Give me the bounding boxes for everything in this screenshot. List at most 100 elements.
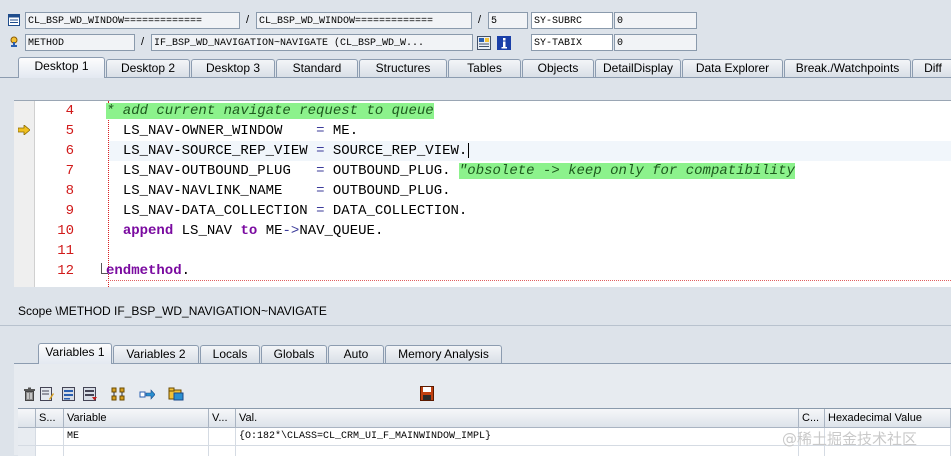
code-line: append LS_NAV to ME->NAV_QUEUE. xyxy=(106,221,384,241)
separator: / xyxy=(246,14,250,26)
assigned-value: OUTBOUND_PLUG xyxy=(332,163,443,179)
tab-standard[interactable]: Standard xyxy=(276,59,358,77)
tab-globals[interactable]: Globals xyxy=(261,345,327,363)
tab-variables-2[interactable]: Variables 2 xyxy=(113,345,199,363)
navigate-icon[interactable] xyxy=(139,387,156,401)
tab-detail-display[interactable]: DetailDisplay xyxy=(595,59,681,77)
tab-objects[interactable]: Objects xyxy=(522,59,594,77)
line-number: 4 xyxy=(65,103,74,119)
assign-operator: = xyxy=(316,183,325,199)
source-display-icon[interactable] xyxy=(477,36,491,50)
tab-diff[interactable]: Diff xyxy=(912,59,951,77)
copy-icon[interactable] xyxy=(62,387,76,401)
tab-variables-1[interactable]: Variables 1 xyxy=(38,343,112,364)
table-cell-variable[interactable]: ME xyxy=(64,428,209,446)
source-code-editor[interactable]: 4 5 6 7 8 9 10 11 12 * add current navig… xyxy=(14,100,951,287)
column-header-variable[interactable]: Variable xyxy=(64,409,209,428)
current-line-arrow-icon xyxy=(17,124,31,136)
assigned-value: ME xyxy=(332,123,350,139)
column-header-value[interactable]: Val. xyxy=(236,409,799,428)
method-name-field[interactable]: IF_BSP_WD_NAVIGATION~NAVIGATE (CL_BSP_WD… xyxy=(151,34,473,51)
field-name: LS_NAV-SOURCE_REP_VIEW xyxy=(122,143,308,159)
tab-auto[interactable]: Auto xyxy=(328,345,384,363)
tab-desktop-2[interactable]: Desktop 2 xyxy=(106,59,190,77)
attribute-name: NAV_QUEUE xyxy=(299,223,375,239)
delete-icon[interactable] xyxy=(23,387,36,401)
text-cursor xyxy=(468,142,470,158)
save-icon[interactable] xyxy=(83,387,98,401)
statement-end: . xyxy=(442,163,451,179)
line-number: 8 xyxy=(65,183,74,199)
column-header-v[interactable]: V... xyxy=(209,409,236,428)
code-line: LS_NAV-OWNER_WINDOW = ME. xyxy=(106,121,358,141)
disk-icon[interactable] xyxy=(420,386,434,401)
field-name: LS_NAV-OUTBOUND_PLUG xyxy=(122,163,291,179)
end-underline xyxy=(106,280,951,281)
tab-tables[interactable]: Tables xyxy=(448,59,521,77)
separator: / xyxy=(141,36,145,48)
padding xyxy=(282,123,316,139)
tab-break-watchpoints[interactable]: Break./Watchpoints xyxy=(784,59,911,77)
column-header-status[interactable]: S... xyxy=(36,409,64,428)
folder-icon[interactable] xyxy=(168,387,184,401)
tab-desktop-3[interactable]: Desktop 3 xyxy=(191,59,275,77)
assign-operator: = xyxy=(316,163,325,179)
table-cell-value[interactable]: {O:182*\CLASS=CL_CRM_UI_F_MAINWINDOW_IMP… xyxy=(236,428,799,446)
keyword-to: to xyxy=(240,223,258,239)
padding xyxy=(282,183,316,199)
statement-end: . xyxy=(458,143,468,159)
event-type-field[interactable]: METHOD xyxy=(25,34,135,51)
method-icon xyxy=(8,36,20,48)
line-number: 9 xyxy=(65,203,74,219)
assign-operator: = xyxy=(316,123,325,139)
inline-comment: "obsolete -> keep only for compatibility xyxy=(458,163,795,179)
tab-desktop-1[interactable]: Desktop 1 xyxy=(18,57,105,78)
scope-label: Scope \METHOD IF_BSP_WD_NAVIGATION~NAVIG… xyxy=(18,304,327,318)
line-number: 11 xyxy=(57,243,74,259)
column-header-hex-value[interactable]: Hexadecimal Value xyxy=(825,409,951,428)
statement-end: . xyxy=(349,123,359,139)
comment-text: * add current navigate request to queue xyxy=(106,103,434,119)
tab-data-explorer[interactable]: Data Explorer xyxy=(682,59,783,77)
tab-baseline xyxy=(0,77,951,78)
line-number: 10 xyxy=(57,223,74,239)
separator: / xyxy=(478,14,482,26)
sysvar-value-field[interactable]: 0 xyxy=(614,12,697,29)
field-name: LS_NAV-NAVLINK_NAME xyxy=(122,183,283,199)
code-line-comment: * add current navigate request to queue xyxy=(106,101,434,121)
program-field[interactable]: CL_BSP_WD_WINDOW============= xyxy=(25,12,240,29)
padding xyxy=(291,163,316,179)
object-arrow: -> xyxy=(282,223,300,239)
sysvar-name-field[interactable]: SY-SUBRC xyxy=(531,12,613,29)
table-cell-v xyxy=(209,428,236,446)
tree-icon[interactable] xyxy=(111,387,127,401)
table-cell-status xyxy=(36,428,64,446)
sysvar-name-field[interactable]: SY-TABIX xyxy=(531,34,613,51)
variable-name: LS_NAV xyxy=(181,223,233,239)
keyword-append: append xyxy=(122,223,174,239)
column-header-c[interactable]: C... xyxy=(799,409,825,428)
statement-end: . xyxy=(458,203,468,219)
tab-locals[interactable]: Locals xyxy=(200,345,260,363)
line-number-field[interactable]: 5 xyxy=(488,12,528,29)
padding xyxy=(308,203,316,219)
line-number: 7 xyxy=(65,163,74,179)
field-name: LS_NAV-OWNER_WINDOW xyxy=(122,123,283,139)
include-field[interactable]: CL_BSP_WD_WINDOW============= xyxy=(256,12,472,29)
edit-icon[interactable] xyxy=(40,387,54,401)
code-line-end: endmethod. xyxy=(106,261,190,281)
code-line: LS_NAV-SOURCE_REP_VIEW = SOURCE_REP_VIEW… xyxy=(106,141,470,161)
tab-memory-analysis[interactable]: Memory Analysis xyxy=(385,345,502,363)
tab-structures[interactable]: Structures xyxy=(359,59,447,77)
info-icon[interactable] xyxy=(497,36,511,50)
assign-operator: = xyxy=(316,203,325,219)
variables-tab-strip: Variables 1 Variables 2 Locals Globals A… xyxy=(38,343,951,364)
divider xyxy=(0,325,951,326)
desktop-tab-strip: Desktop 1 Desktop 2 Desktop 3 Standard S… xyxy=(18,57,951,78)
object-reference: ME xyxy=(265,223,283,239)
statement-end: . xyxy=(442,183,451,199)
line-number: 5 xyxy=(65,123,74,139)
row-selector[interactable] xyxy=(18,428,36,446)
sysvar-value-field[interactable]: 0 xyxy=(614,34,697,51)
code-line: LS_NAV-DATA_COLLECTION = DATA_COLLECTION… xyxy=(106,201,468,221)
